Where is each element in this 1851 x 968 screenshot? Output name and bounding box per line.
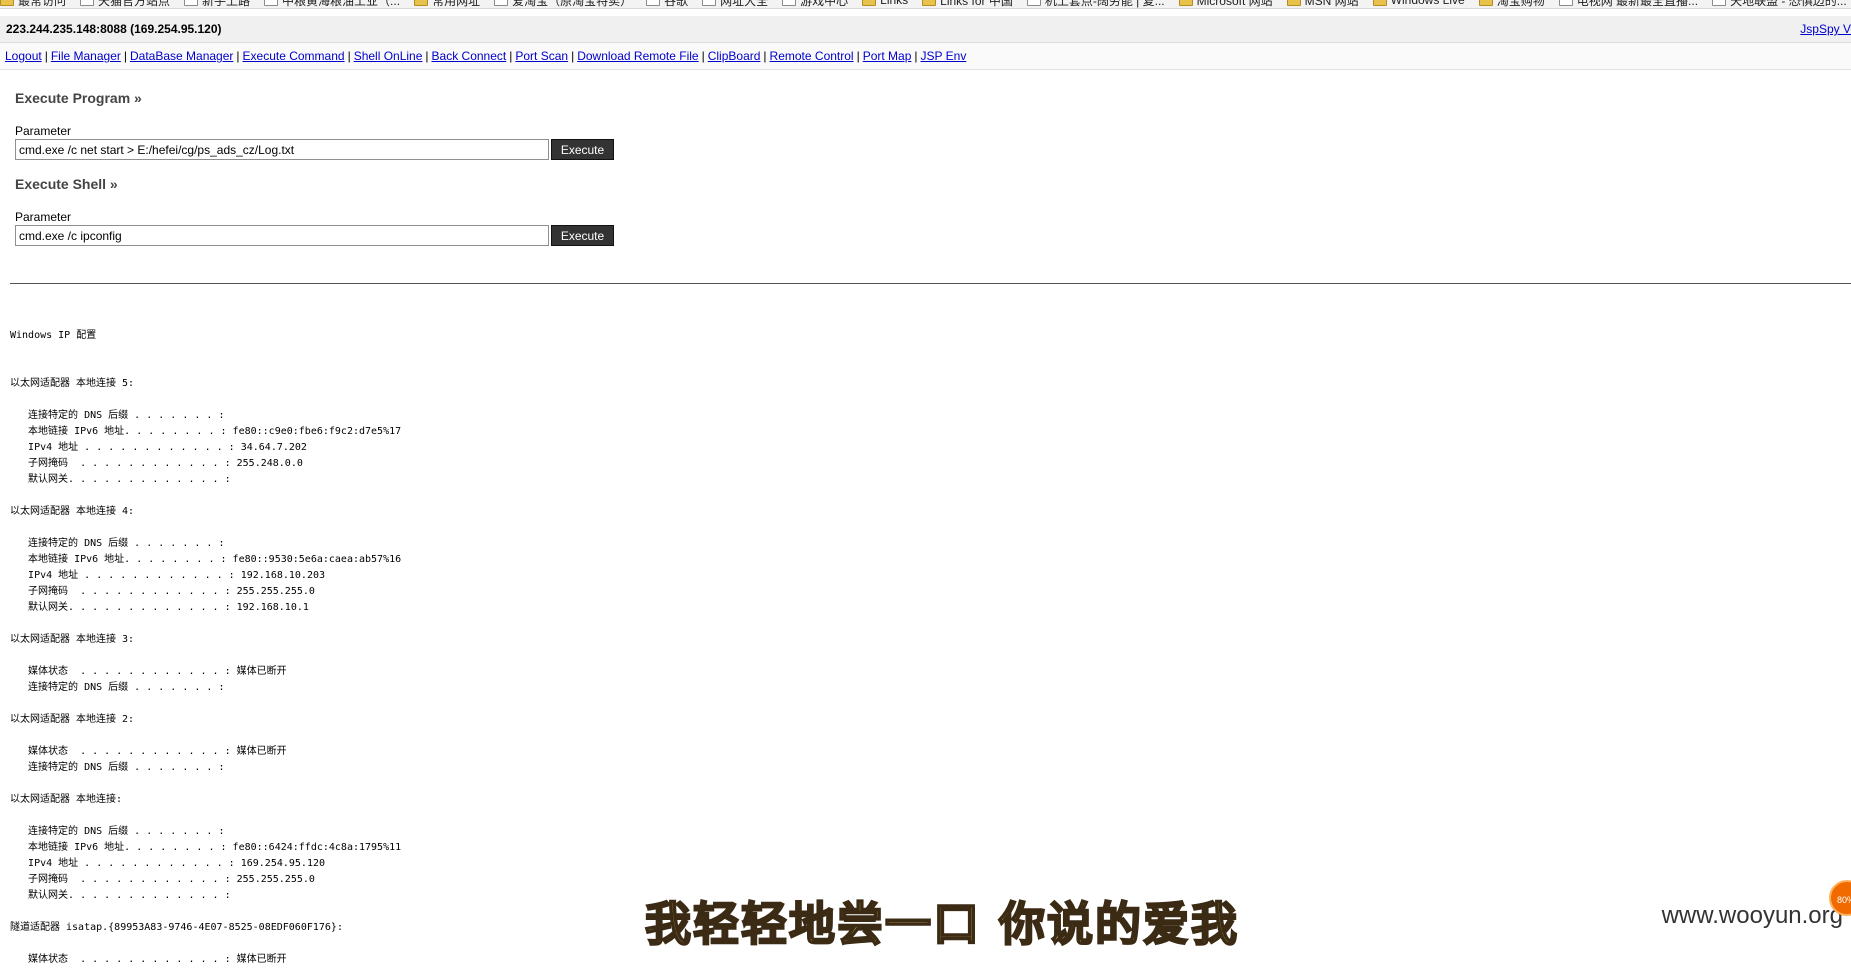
nav-separator: | [701, 49, 705, 63]
bookmark-item[interactable]: 最常访问 [0, 0, 67, 8]
bookmark-item[interactable]: 游戏中心 [782, 0, 849, 8]
bookmark-label: 网址大全 [720, 0, 769, 8]
bookmark-item[interactable]: 网址大全 [702, 0, 769, 8]
host-bar: 223.244.235.148:8088 (169.254.95.120) Js… [0, 16, 1851, 43]
nav-separator: | [856, 49, 860, 63]
bookmark-item[interactable]: 爱淘宝（原淘宝特卖） [494, 0, 633, 8]
nav-link-remote-control[interactable]: Remote Control [770, 49, 854, 63]
nav-separator: | [763, 49, 767, 63]
bookmark-label: 最常访问 [18, 0, 67, 8]
page-icon [1558, 0, 1573, 6]
page-icon [702, 0, 717, 6]
bookmark-item[interactable]: MSN 网站 [1286, 0, 1359, 8]
bookmark-item[interactable]: Microsoft 网站 [1178, 0, 1273, 8]
bookmark-label: 谷歌 [664, 0, 689, 8]
nav-link-clipboard[interactable]: ClipBoard [708, 49, 761, 63]
bookmark-item[interactable]: 新手上路 [184, 0, 251, 8]
folder-icon [1372, 0, 1387, 6]
folder-icon [862, 0, 877, 6]
bookmark-item[interactable]: 机上套点-阔劳能 | 复... [1026, 0, 1165, 8]
page-icon [494, 0, 509, 6]
folder-icon [414, 0, 429, 6]
bookmark-label: 机上套点-阔劳能 | 复... [1044, 0, 1165, 8]
page-icon [184, 0, 199, 6]
execute-shell-button[interactable]: Execute [551, 225, 614, 246]
brand-link[interactable]: JspSpy Ve [1800, 22, 1851, 36]
bookmark-item[interactable]: 电视网 最新最全直播... [1558, 0, 1699, 8]
command-output: Windows IP 配置 以太网适配器 本地连接 5: 连接特定的 DNS 后… [10, 330, 402, 965]
execute-program-title: Execute Program » [15, 90, 142, 106]
folder-icon [1478, 0, 1493, 6]
execute-shell-input[interactable] [15, 225, 549, 246]
bookmark-label: 天猫官方站点 [98, 0, 171, 8]
bookmark-item[interactable]: Links [862, 0, 908, 7]
page-icon [646, 0, 661, 6]
bookmark-label: 天地联盟 - 恐惧边的... [1730, 0, 1847, 8]
nav-link-database-manager[interactable]: DataBase Manager [130, 49, 233, 63]
nav-link-jsp-env[interactable]: JSP Env [921, 49, 967, 63]
page-icon [80, 0, 95, 6]
page-icon [264, 0, 279, 6]
folder-icon [1178, 0, 1193, 6]
bookmark-label: 常用网址 [432, 0, 481, 8]
nav-link-execute-command[interactable]: Execute Command [243, 49, 345, 63]
nav-separator: | [571, 49, 575, 63]
folder-icon [1286, 0, 1301, 6]
execute-program-input[interactable] [15, 139, 549, 160]
execute-shell-param-label: Parameter [15, 210, 72, 224]
nav-link-back-connect[interactable]: Back Connect [432, 49, 507, 63]
folder-icon [922, 0, 937, 6]
bookmark-label: Windows Live [1390, 0, 1465, 7]
bookmark-item[interactable]: Windows Live [1372, 0, 1465, 7]
divider [10, 283, 1851, 284]
nav-separator: | [914, 49, 918, 63]
nav-link-download-remote-file[interactable]: Download Remote File [577, 49, 698, 63]
bookmark-item[interactable]: Links for 中国 [922, 0, 1013, 8]
nav-link-port-scan[interactable]: Port Scan [515, 49, 568, 63]
nav-separator: | [123, 49, 127, 63]
host-address: 223.244.235.148:8088 (169.254.95.120) [6, 22, 222, 36]
bookmark-label: 中粮黄海粮油工业（... [282, 0, 401, 8]
page-icon [782, 0, 797, 6]
nav-link-logout[interactable]: Logout [5, 49, 42, 63]
nav-separator: | [509, 49, 513, 63]
bookmark-label: MSN 网站 [1304, 0, 1359, 8]
execute-program-button[interactable]: Execute [551, 139, 614, 160]
nav-link-shell-online[interactable]: Shell OnLine [354, 49, 423, 63]
nav-separator: | [347, 49, 351, 63]
bookmark-item[interactable]: 天猫官方站点 [80, 0, 171, 8]
bookmark-label: 新手上路 [202, 0, 251, 8]
nav-link-file-manager[interactable]: File Manager [51, 49, 121, 63]
bookmark-label: Links [880, 0, 909, 7]
nav-separator: | [425, 49, 429, 63]
bookmark-label: Links for 中国 [940, 0, 1013, 8]
bookmark-label: 游戏中心 [800, 0, 849, 8]
nav-link-port-map[interactable]: Port Map [863, 49, 912, 63]
folder-icon [0, 0, 14, 6]
page-icon [1712, 0, 1727, 6]
bookmark-label: 淘宝购物 [1496, 0, 1545, 8]
execute-program-param-label: Parameter [15, 124, 72, 138]
bookmark-item[interactable]: 天地联盟 - 恐惧边的... [1712, 0, 1847, 8]
nav-separator: | [236, 49, 240, 63]
nav-menu: Logout | File Manager | DataBase Manager | Exe… [0, 43, 1851, 70]
bookmarks-bar: 最常访问 天猫官方站点 新手上路 中粮黄海粮油工业（... 常用网址 爱淘宝（原淘宝特卖）… [0, 0, 1851, 9]
bookmark-item[interactable]: 淘宝购物 [1478, 0, 1545, 8]
bookmark-label: Microsoft 网站 [1196, 0, 1273, 8]
execute-shell-title: Execute Shell » [15, 176, 118, 192]
video-caption: 我轻轻地尝一口 你说的爱我 [644, 896, 1240, 952]
nav-separator: | [44, 49, 48, 63]
bookmark-item[interactable]: 中粮黄海粮油工业（... [264, 0, 401, 8]
bookmark-label: 爱淘宝（原淘宝特卖） [512, 0, 633, 8]
site-watermark: www.wooyun.org [1661, 902, 1843, 929]
bookmark-item[interactable]: 常用网址 [414, 0, 481, 8]
page-icon [1026, 0, 1041, 6]
bookmark-item[interactable]: 谷歌 [646, 0, 689, 8]
bookmark-label: 电视网 最新最全直播... [1576, 0, 1699, 8]
